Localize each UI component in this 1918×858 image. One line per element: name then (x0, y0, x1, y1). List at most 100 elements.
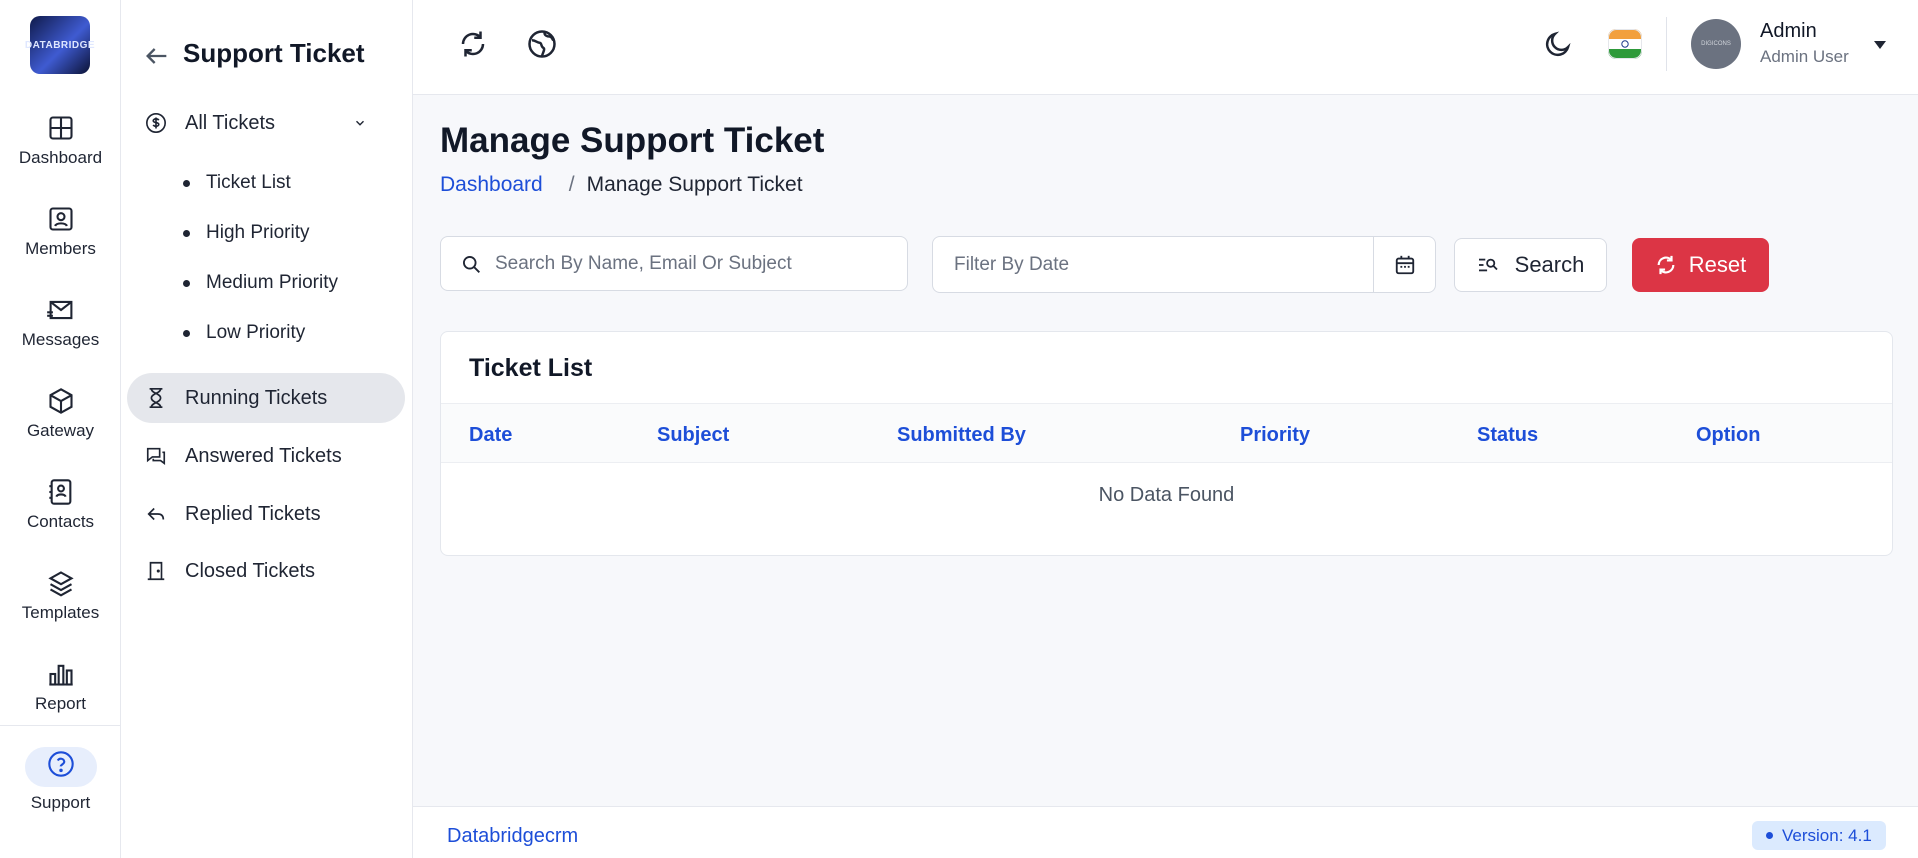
search-input[interactable] (495, 252, 907, 275)
user-name: Admin (1760, 20, 1817, 42)
reply-icon (147, 507, 165, 521)
hourglass-icon (149, 388, 163, 408)
breadcrumb-separator: / (568, 173, 575, 196)
arrow-left-icon[interactable] (143, 42, 171, 70)
rail-item-members[interactable]: Members (0, 205, 121, 259)
globe-icon[interactable] (527, 29, 557, 59)
user-role: Admin User (1760, 47, 1849, 66)
rail-item-dashboard[interactable]: Dashboard (0, 114, 121, 168)
cube-icon (48, 388, 73, 414)
menu-label: All Tickets (185, 111, 276, 134)
card-title: Ticket List (469, 354, 593, 382)
sub-item-high-priority[interactable]: High Priority (183, 222, 309, 244)
column-header-option[interactable]: Option (1696, 424, 1760, 447)
page-title: Manage Support Ticket (440, 121, 825, 160)
contacts-icon (48, 479, 71, 505)
layers-icon (47, 571, 74, 597)
menu-label: Running Tickets (185, 386, 328, 409)
rail-item-support[interactable]: Support (0, 747, 121, 813)
breadcrumb: Dashboard / Manage Support Ticket (440, 173, 803, 197)
user-card-icon (48, 207, 73, 231)
sub-item-ticket-list[interactable]: Ticket List (183, 172, 291, 194)
sub-item-medium-priority[interactable]: Medium Priority (183, 272, 338, 294)
column-header-subject[interactable]: Subject (657, 424, 729, 447)
grid-icon (48, 116, 73, 140)
caret-down-icon[interactable] (1873, 40, 1887, 50)
rail-label: Contacts (26, 512, 95, 531)
bullet (183, 329, 190, 337)
footer-brand-link[interactable]: Databridgecrm (447, 825, 578, 848)
table-header: Date Subject Submitted By Priority Statu… (441, 403, 1892, 463)
topbar-divider (1666, 17, 1667, 71)
version-text: Version: 4.1 (1782, 825, 1872, 845)
chat-bubbles-icon (146, 447, 166, 465)
rail-label: Messages (21, 330, 100, 349)
search-button-label: Search (1514, 252, 1585, 277)
chevron-down-icon (356, 120, 364, 126)
logo-text: DATABRIDGE (24, 39, 96, 51)
rail-item-messages[interactable]: Messages (0, 296, 121, 350)
menu-closed-tickets[interactable]: Closed Tickets (127, 546, 405, 596)
avatar-text: DIGICONS (1701, 41, 1731, 47)
menu-label: Replied Tickets (185, 502, 321, 525)
column-header-date[interactable]: Date (469, 424, 512, 447)
rail-label: Gateway (26, 421, 95, 440)
sidebar-header: Support Ticket (143, 38, 365, 69)
sub-item-label: Ticket List (206, 172, 291, 193)
status-dot (1766, 832, 1773, 839)
reset-button[interactable]: Reset (1632, 238, 1769, 292)
rail-label: Dashboard (18, 148, 103, 167)
bullet (183, 279, 190, 287)
breadcrumb-current: Manage Support Ticket (586, 173, 803, 196)
support-pill[interactable] (24, 747, 97, 787)
bar-chart-icon (48, 664, 73, 686)
search-icon (463, 255, 480, 273)
breadcrumb-home-link[interactable]: Dashboard (440, 173, 543, 197)
calendar-icon (1395, 255, 1414, 274)
sub-item-label: Medium Priority (206, 272, 338, 293)
date-picker-button[interactable] (1373, 237, 1435, 292)
sub-item-low-priority[interactable]: Low Priority (183, 322, 305, 344)
avatar[interactable]: DIGICONS (1691, 19, 1741, 69)
version-badge: Version: 4.1 (1752, 821, 1886, 850)
rail-label: Members (25, 239, 96, 258)
menu-running-tickets[interactable]: Running Tickets (127, 373, 405, 423)
reset-button-label: Reset (1688, 252, 1747, 277)
search-button[interactable]: Search (1454, 238, 1607, 292)
rail-label: Templates (21, 603, 100, 622)
rail-label: Report (34, 694, 87, 713)
bullet (183, 229, 190, 237)
rail-item-contacts[interactable]: Contacts (0, 478, 121, 532)
rail-item-report[interactable]: Report (0, 660, 121, 714)
sidebar-title: Support Ticket (183, 38, 365, 68)
help-circle-icon (47, 751, 74, 777)
rail-divider (0, 725, 121, 726)
moon-icon[interactable] (1543, 29, 1573, 59)
menu-label: Answered Tickets (185, 444, 342, 467)
menu-label: Closed Tickets (185, 559, 316, 582)
support-sidebar: Support Ticket All Tickets Ticket List H… (121, 0, 413, 858)
india-flag-icon[interactable] (1608, 29, 1642, 59)
footer: Databridgecrm Version: 4.1 (413, 806, 1918, 858)
sub-item-label: Low Priority (206, 322, 306, 343)
refresh-icon[interactable] (458, 29, 488, 59)
date-filter-input[interactable] (933, 237, 1373, 292)
column-header-status[interactable]: Status (1477, 424, 1538, 447)
icon-rail: DATABRIDGE Dashboard Members Messages Ga… (0, 0, 121, 858)
column-header-priority[interactable]: Priority (1240, 424, 1310, 447)
rail-item-gateway[interactable]: Gateway (0, 387, 121, 441)
refresh-icon (1657, 255, 1675, 275)
date-filter-field[interactable] (932, 236, 1436, 293)
search-field[interactable] (440, 236, 908, 291)
menu-answered-tickets[interactable]: Answered Tickets (127, 431, 405, 481)
door-closed-icon (147, 561, 165, 581)
menu-replied-tickets[interactable]: Replied Tickets (127, 489, 405, 539)
search-list-icon (1478, 258, 1498, 272)
rail-item-templates[interactable]: Templates (0, 569, 121, 623)
brand-logo[interactable]: DATABRIDGE (25, 16, 95, 74)
column-header-submitted-by[interactable]: Submitted By (897, 424, 1026, 447)
bullet (183, 179, 190, 187)
sub-item-label: High Priority (206, 222, 310, 243)
menu-all-tickets[interactable]: All Tickets (127, 98, 405, 148)
top-bar: DIGICONS Admin Admin User (413, 0, 1918, 95)
